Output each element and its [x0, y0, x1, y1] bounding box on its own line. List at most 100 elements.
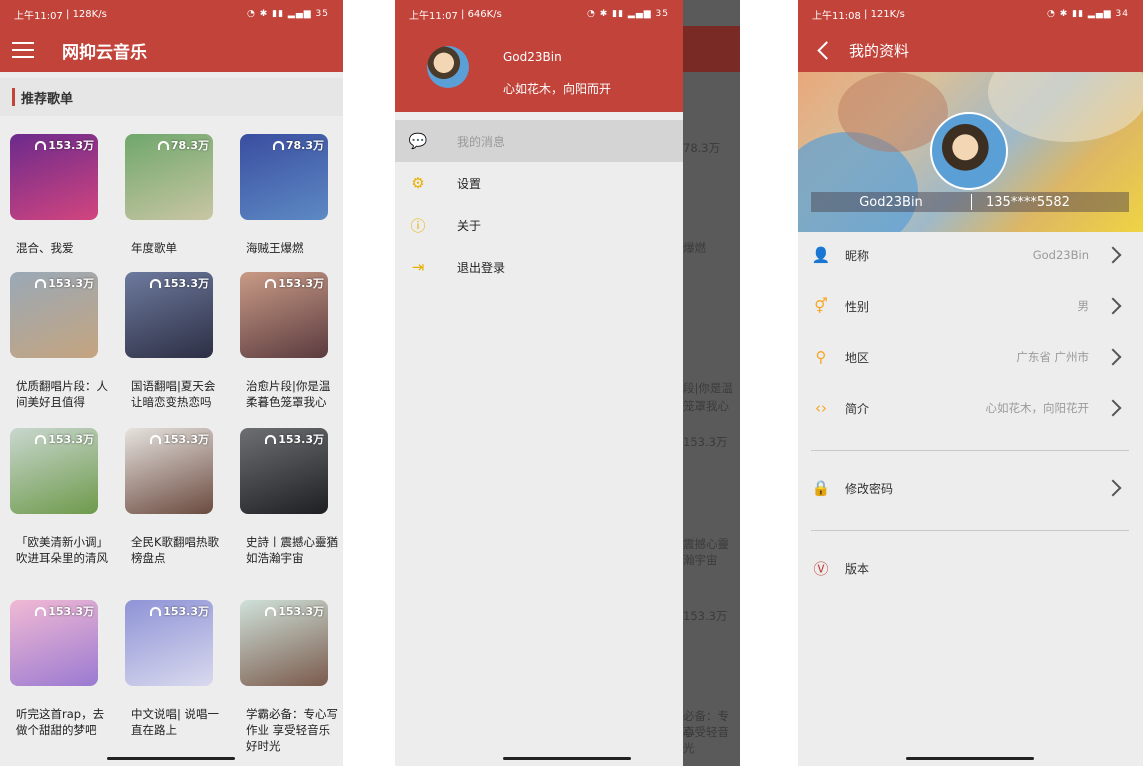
profile-row[interactable]: ⚲ 地区 广东省 广州市 [798, 332, 1143, 382]
app-bar: 我的资料 [798, 28, 1143, 72]
menu-item[interactable]: ⓘ 关于 [395, 204, 683, 246]
play-count: 153.3万 [35, 431, 94, 447]
playlist-name: 中文说唱| 说唱一直在路上 [131, 707, 220, 737]
status-bar: 上午11:07 | 646K/s ◔ ✱ ▮▮ ▂▄▆ 35 [409, 8, 669, 22]
profile-avatar[interactable] [930, 112, 1008, 190]
menu-icon[interactable] [12, 42, 34, 58]
home-indicator [107, 757, 235, 760]
playlist-cover: 153.3万 [10, 272, 98, 358]
status-speed: 121K/s [870, 8, 905, 20]
profile-row[interactable]: ⚥ 性别 男 [798, 281, 1143, 331]
headphones-icon [35, 435, 47, 444]
play-count: 153.3万 [265, 431, 324, 447]
obscured-text: 78.3万 [683, 141, 721, 155]
location-icon: ⚲ [815, 348, 827, 366]
user-signature: 心如花木，向阳而开 [503, 82, 612, 96]
obscured-text: 153.3万 [683, 435, 728, 449]
back-icon[interactable] [817, 40, 836, 60]
battery-level: 35 [315, 9, 329, 19]
obscured-text: 享受轻音 [683, 725, 729, 739]
play-count-value: 153.3万 [48, 433, 94, 446]
playlist-name: 混合、我爱 [16, 241, 74, 255]
play-count-value: 153.3万 [48, 605, 94, 618]
playlist-name: 史詩丨震撼心靈猶如浩瀚宇宙 [246, 535, 338, 565]
play-count-value: 153.3万 [163, 433, 209, 446]
logout-icon: ⇥ [411, 258, 425, 276]
settings-icon: ⚙ [411, 174, 425, 192]
profile-row-value: 广东省 广州市 [1016, 350, 1089, 364]
play-count-value: 153.3万 [163, 605, 209, 618]
menu-item[interactable]: 💬 我的消息 [395, 120, 683, 162]
headphones-icon [35, 607, 47, 616]
gender-icon: ⚥ [814, 297, 828, 315]
status-icons: ◔ ✱ ▮▮ ▂▄▆ 34 [1047, 9, 1129, 19]
playlist-cover: 153.3万 [125, 428, 213, 514]
play-count-value: 78.3万 [170, 139, 209, 152]
chevron-right-icon [1104, 399, 1122, 417]
obscured-text: 段|你是温 [683, 381, 733, 395]
headphones-icon [265, 435, 277, 444]
play-count: 153.3万 [35, 137, 94, 153]
profile-row-label: 昵称 [845, 248, 870, 263]
status-bar: 上午11:07 | 128K/s ◔ ✱ ▮▮ ▂▄▆ 35 [14, 8, 329, 22]
user-name: God23Bin [503, 50, 562, 64]
avatar[interactable] [427, 46, 469, 88]
chevron-right-icon [1104, 297, 1122, 315]
section-header: 推荐歌单 [0, 78, 343, 116]
app-title: 网抑云音乐 [62, 42, 147, 63]
headphones-icon [265, 279, 277, 288]
change-password-row[interactable]: 🔒 修改密码 [798, 463, 1143, 513]
play-count-value: 153.3万 [48, 277, 94, 290]
chevron-right-icon [1104, 348, 1122, 366]
headphones-icon [272, 141, 284, 150]
headphones-icon [150, 435, 162, 444]
playlist-cover: 153.3万 [10, 134, 98, 220]
playlist-name: 治愈片段|你是温柔暮色笼罩我心 [246, 379, 331, 409]
playlist-name: 优质翻唱片段：人间美好且值得 [16, 379, 108, 409]
version-row[interactable]: Ⓥ 版本 [798, 543, 1143, 593]
play-count-value: 153.3万 [278, 605, 324, 618]
drawer-scrim[interactable]: 78.3万 爆燃 段|你是温 笼罩我心 153.3万 震撼心靈 瀚宇宙 153.3万 必备：专心… [683, 0, 740, 766]
menu-item[interactable]: ⇥ 退出登录 [395, 246, 683, 288]
playlist-cover: 78.3万 [240, 134, 328, 220]
section-accent-bar [12, 88, 15, 106]
divider [811, 450, 1129, 451]
drawer-header: 上午11:07 | 646K/s ◔ ✱ ▮▮ ▂▄▆ 35 God23Bin … [395, 0, 683, 112]
play-count: 153.3万 [150, 431, 209, 447]
playlist-cover: 78.3万 [125, 134, 213, 220]
home-indicator [503, 757, 631, 760]
obscured-text: 光 [683, 741, 695, 755]
profile-phone: 135****5582 [986, 194, 1070, 210]
menu-item[interactable]: ⚙ 设置 [395, 162, 683, 204]
play-count: 153.3万 [265, 275, 324, 291]
headphones-icon [35, 141, 47, 150]
profile-row-label: 简介 [845, 401, 870, 416]
divider [811, 530, 1129, 531]
profile-row[interactable]: 👤 昵称 God23Bin [798, 230, 1143, 280]
headphones-icon [265, 607, 277, 616]
menu-item-label: 设置 [457, 176, 482, 191]
playlist-name: 国语翻唱|夏天会让暗恋变热恋吗 [131, 379, 216, 409]
playlist-name: 年度歌单 [131, 241, 177, 255]
playlist-name: 海贼王爆燃 [246, 241, 304, 255]
profile-row[interactable]: ‹› 简介 心如花木，向阳花开 [798, 383, 1143, 433]
chevron-right-icon [1104, 479, 1122, 497]
status-time: 上午11:07 [409, 10, 458, 22]
play-count-value: 153.3万 [48, 139, 94, 152]
playlist-cover: 153.3万 [10, 600, 98, 686]
playlist-name: 「欧美清新小调」吹进耳朵里的清风 [16, 535, 108, 565]
profile-row-value: God23Bin [1032, 248, 1089, 262]
intro-icon: ‹› [815, 399, 827, 417]
play-count-value: 78.3万 [285, 139, 324, 152]
play-count-value: 153.3万 [163, 277, 209, 290]
profile-screen: 上午11:08 | 121K/s ◔ ✱ ▮▮ ▂▄▆ 34 我的资料 God2… [798, 0, 1143, 766]
battery-level: 35 [655, 9, 669, 19]
page-title: 我的资料 [849, 41, 910, 60]
status-icons: ◔ ✱ ▮▮ ▂▄▆ 35 [587, 9, 669, 19]
play-count-value: 153.3万 [278, 433, 324, 446]
headphones-icon [157, 141, 169, 150]
play-count-value: 153.3万 [278, 277, 324, 290]
obscured-text: 震撼心靈 [683, 537, 729, 551]
playlist-name: 学霸必备：专心写作业 享受轻音乐好时光 [246, 707, 338, 753]
home-indicator [906, 757, 1034, 760]
